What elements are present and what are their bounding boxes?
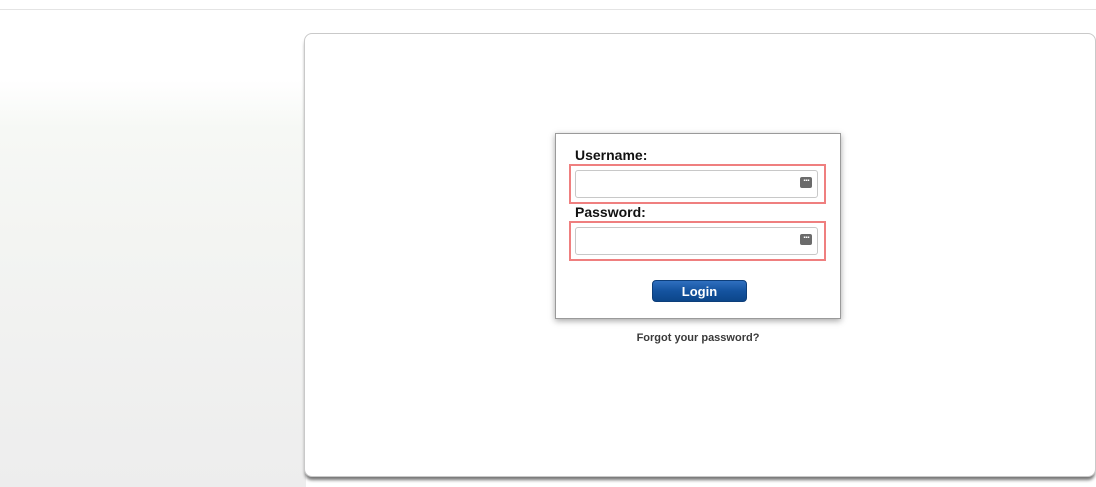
left-side-panel xyxy=(0,80,306,487)
username-highlight-frame: ··· xyxy=(569,164,826,204)
password-input[interactable] xyxy=(575,227,818,255)
autofill-icon[interactable]: ··· xyxy=(800,234,812,245)
username-label: Username: xyxy=(575,147,648,163)
login-box: Username: ··· Password: ··· Login xyxy=(555,133,841,319)
password-highlight-frame: ··· xyxy=(569,221,826,261)
password-label: Password: xyxy=(575,204,646,220)
username-input[interactable] xyxy=(575,170,818,198)
top-divider xyxy=(0,9,1096,10)
forgot-password-link[interactable]: Forgot your password? xyxy=(555,332,841,344)
login-button[interactable]: Login xyxy=(652,280,747,302)
autofill-icon[interactable]: ··· xyxy=(800,177,812,188)
